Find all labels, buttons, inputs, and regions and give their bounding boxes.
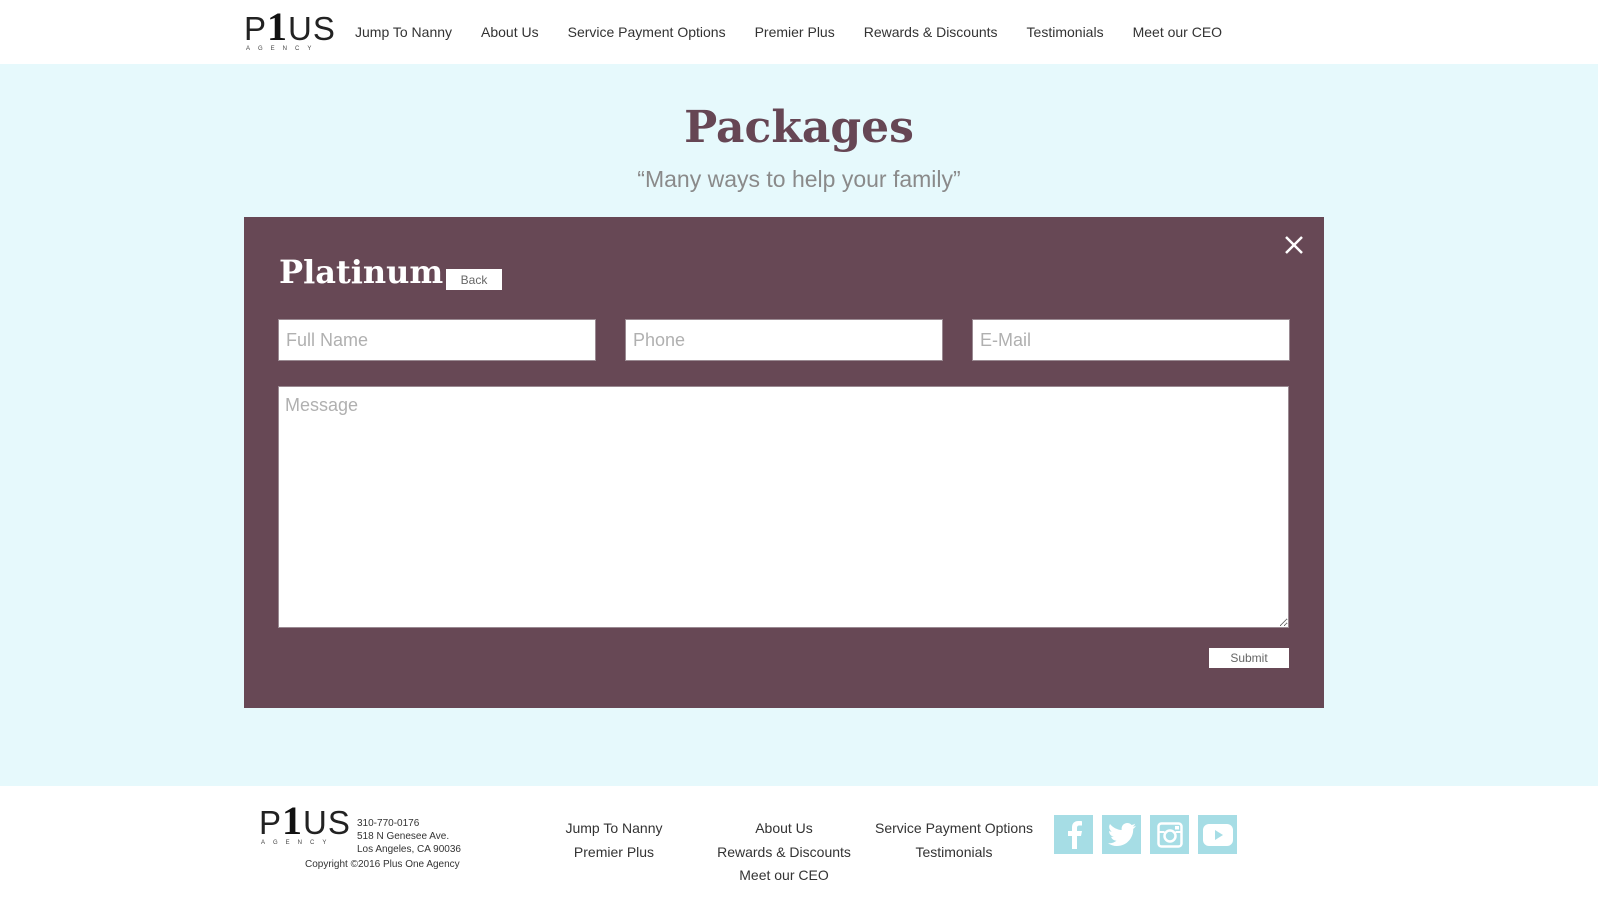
footer-address-line1: 518 N Genesee Ave. xyxy=(357,831,450,842)
footer-links-col3: Service Payment Options Testimonials xyxy=(872,817,1036,864)
plus-one-logo[interactable]: P1US AGENCY xyxy=(244,4,335,56)
submit-button[interactable]: Submit xyxy=(1209,648,1289,668)
message-field[interactable] xyxy=(278,386,1289,628)
nav-rewards-discounts[interactable]: Rewards & Discounts xyxy=(864,24,998,40)
package-modal: Platinum Back Submit xyxy=(244,217,1324,708)
back-button[interactable]: Back xyxy=(446,269,502,290)
phone-field[interactable] xyxy=(625,319,943,361)
page-title: Packages xyxy=(684,102,914,153)
footer-link-jump-to-nanny[interactable]: Jump To Nanny xyxy=(555,817,673,841)
logo-subtitle: AGENCY xyxy=(246,46,320,52)
main-section: Packages “Many ways to help your family”… xyxy=(0,64,1598,786)
footer-phone: 310-770-0176 xyxy=(357,818,420,829)
site-header: P1US AGENCY Jump To Nanny About Us Servi… xyxy=(0,0,1598,64)
footer-link-rewards-discounts[interactable]: Rewards & Discounts xyxy=(714,841,854,865)
footer-logo-subtitle: AGENCY xyxy=(261,840,335,846)
nav-service-payment-options[interactable]: Service Payment Options xyxy=(568,24,726,40)
footer-link-about-us[interactable]: About Us xyxy=(714,817,854,841)
facebook-icon[interactable] xyxy=(1054,815,1093,854)
main-nav: Jump To Nanny About Us Service Payment O… xyxy=(355,24,1251,40)
footer-links-col2: About Us Rewards & Discounts Meet our CE… xyxy=(714,817,854,888)
close-icon[interactable] xyxy=(1278,229,1310,261)
footer-link-service-payment-options[interactable]: Service Payment Options xyxy=(872,817,1036,841)
email-field[interactable] xyxy=(972,319,1290,361)
modal-title: Platinum xyxy=(279,253,444,291)
site-footer: P1US AGENCY 310-770-0176 518 N Genesee A… xyxy=(0,786,1598,923)
nav-jump-to-nanny[interactable]: Jump To Nanny xyxy=(355,24,452,40)
footer-link-testimonials[interactable]: Testimonials xyxy=(872,841,1036,865)
logo-wordmark: P1US xyxy=(244,4,336,49)
footer-logo-wordmark: P1US xyxy=(259,798,351,843)
nav-premier-plus[interactable]: Premier Plus xyxy=(755,24,835,40)
instagram-icon[interactable] xyxy=(1150,815,1189,854)
footer-links-col1: Jump To Nanny Premier Plus xyxy=(555,817,673,864)
footer-address-line2: Los Angeles, CA 90036 xyxy=(357,844,461,855)
nav-meet-our-ceo[interactable]: Meet our CEO xyxy=(1133,24,1222,40)
footer-link-meet-our-ceo[interactable]: Meet our CEO xyxy=(714,864,854,888)
footer-logo[interactable]: P1US AGENCY xyxy=(259,798,350,850)
twitter-icon[interactable] xyxy=(1102,815,1141,854)
page-subtitle: “Many ways to help your family” xyxy=(637,166,961,192)
footer-contact: 310-770-0176 518 N Genesee Ave. Los Ange… xyxy=(357,817,461,856)
nav-testimonials[interactable]: Testimonials xyxy=(1027,24,1104,40)
full-name-field[interactable] xyxy=(278,319,596,361)
youtube-icon[interactable] xyxy=(1198,815,1237,854)
social-links xyxy=(1054,815,1246,854)
nav-about-us[interactable]: About Us xyxy=(481,24,539,40)
footer-link-premier-plus[interactable]: Premier Plus xyxy=(555,841,673,865)
footer-copyright: Copyright ©2016 Plus One Agency xyxy=(305,859,460,870)
